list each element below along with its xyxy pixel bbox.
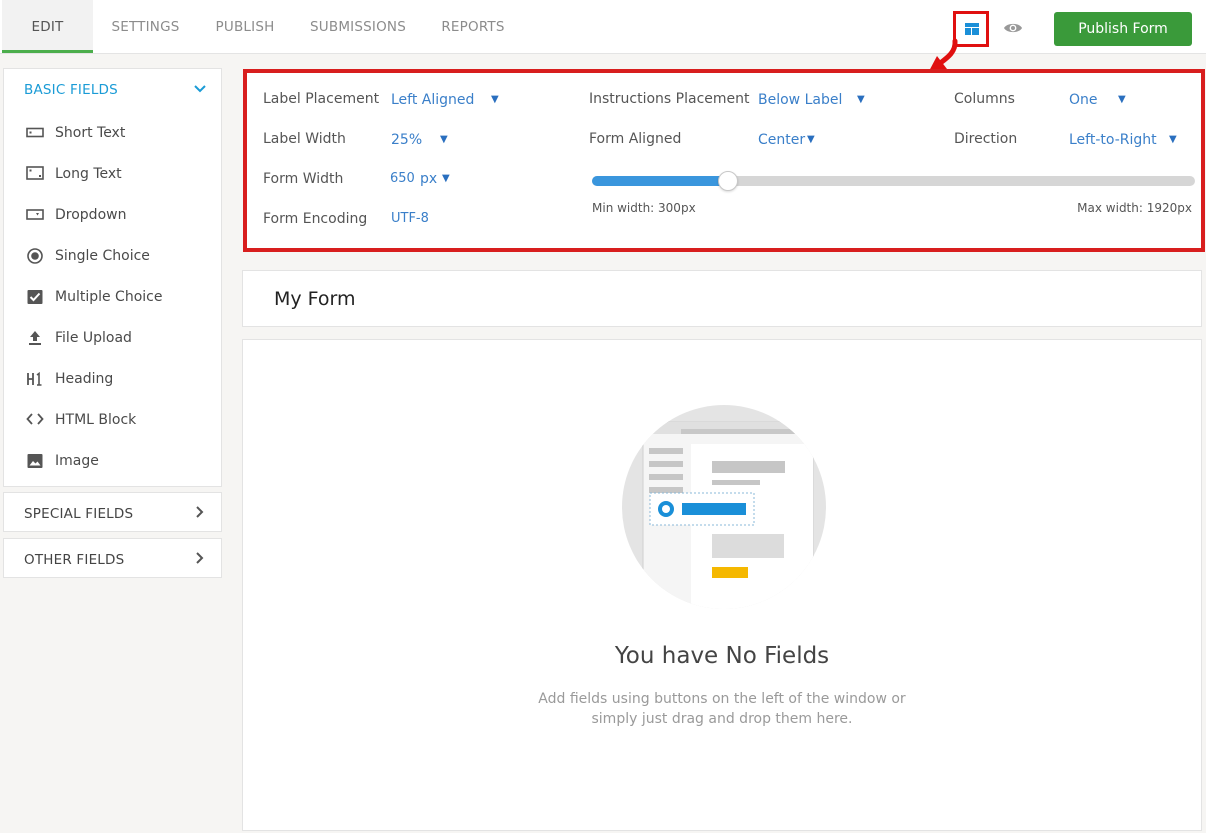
- code-icon: [26, 413, 44, 425]
- caret-down-icon[interactable]: ▼: [440, 134, 448, 145]
- field-short-text[interactable]: Short Text: [4, 113, 220, 154]
- empty-state-description: Add fields using buttons on the left of …: [243, 689, 1201, 729]
- empty-state-line-1: Add fields using buttons on the left of …: [538, 691, 906, 707]
- field-long-text[interactable]: Long Text: [4, 154, 220, 195]
- heading-icon: [27, 371, 42, 386]
- tab-reports[interactable]: REPORTS: [430, 0, 516, 53]
- field-html-block[interactable]: HTML Block: [4, 400, 220, 441]
- max-width-text: Max width: 1920px: [1077, 201, 1192, 215]
- direction-select[interactable]: Left-to-Right: [1069, 132, 1157, 148]
- label-width-select[interactable]: 25%: [391, 132, 422, 148]
- short-text-icon: [26, 127, 44, 138]
- form-width-unit-select[interactable]: px: [420, 171, 437, 187]
- dropdown-icon: [26, 209, 44, 220]
- min-width-text: Min width: 300px: [592, 201, 696, 215]
- caret-down-icon[interactable]: ▼: [857, 94, 865, 105]
- field-file-upload[interactable]: File Upload: [4, 318, 220, 359]
- form-title[interactable]: My Form: [274, 288, 356, 310]
- columns-select[interactable]: One: [1069, 92, 1098, 108]
- label-width-label: Label Width: [263, 131, 346, 147]
- form-width-slider[interactable]: [592, 171, 1195, 191]
- caret-down-icon[interactable]: ▼: [442, 173, 450, 184]
- layout-icon: [965, 23, 979, 35]
- field-label: Dropdown: [55, 207, 127, 223]
- field-dropdown[interactable]: Dropdown: [4, 195, 220, 236]
- chevron-right-icon[interactable]: [196, 506, 204, 518]
- caret-down-icon[interactable]: ▼: [1118, 94, 1126, 105]
- form-width-label: Form Width: [263, 171, 344, 187]
- basic-fields-header[interactable]: BASIC FIELDS: [24, 82, 118, 98]
- field-label: HTML Block: [55, 412, 137, 428]
- empty-state-line-2: simply just drag and drop them here.: [591, 711, 853, 727]
- field-image[interactable]: Image: [4, 441, 220, 482]
- special-fields-header[interactable]: SPECIAL FIELDS: [24, 506, 133, 522]
- chevron-down-icon[interactable]: [194, 85, 206, 93]
- field-heading[interactable]: Heading: [4, 359, 220, 400]
- basic-fields-panel: BASIC FIELDS Short Text Long Text Dropdo…: [3, 68, 222, 487]
- other-fields-section[interactable]: OTHER FIELDS: [3, 538, 222, 578]
- long-text-icon: [26, 166, 44, 180]
- upload-icon: [29, 331, 41, 345]
- slider-handle[interactable]: [717, 171, 738, 191]
- top-nav-bar: EDIT SETTINGS PUBLISH SUBMISSIONS REPORT…: [0, 0, 1206, 54]
- publish-form-button[interactable]: Publish Form: [1054, 12, 1192, 46]
- form-aligned-label: Form Aligned: [589, 131, 682, 147]
- label-placement-select[interactable]: Left Aligned: [391, 92, 474, 108]
- tab-submissions[interactable]: SUBMISSIONS: [300, 0, 416, 53]
- columns-label: Columns: [954, 91, 1015, 107]
- special-fields-section[interactable]: SPECIAL FIELDS: [3, 492, 222, 532]
- field-label: Long Text: [55, 166, 122, 182]
- field-multiple-choice[interactable]: Multiple Choice: [4, 277, 220, 318]
- field-label: File Upload: [55, 330, 132, 346]
- form-canvas[interactable]: You have No Fields Add fields using butt…: [242, 339, 1202, 831]
- field-label: Short Text: [55, 125, 126, 141]
- tab-settings[interactable]: SETTINGS: [100, 0, 191, 53]
- form-aligned-select[interactable]: Center: [758, 132, 805, 148]
- chevron-right-icon[interactable]: [196, 552, 204, 564]
- field-single-choice[interactable]: Single Choice: [4, 236, 220, 277]
- direction-label: Direction: [954, 131, 1018, 147]
- label-placement-label: Label Placement: [263, 91, 380, 107]
- form-encoding-value[interactable]: UTF-8: [391, 211, 429, 226]
- tab-publish[interactable]: PUBLISH: [201, 0, 289, 53]
- empty-state-title: You have No Fields: [614, 643, 830, 669]
- checkbox-icon: [27, 290, 43, 304]
- instructions-placement-select[interactable]: Below Label: [758, 92, 842, 108]
- radio-icon: [27, 248, 43, 264]
- tab-edit[interactable]: EDIT: [2, 0, 93, 53]
- caret-down-icon[interactable]: ▼: [491, 94, 499, 105]
- instructions-placement-label: Instructions Placement: [589, 91, 750, 107]
- slider-fill: [592, 176, 728, 186]
- caret-down-icon[interactable]: ▼: [1169, 134, 1177, 145]
- form-layout-settings-panel: Label Placement Left Aligned ▼ Instructi…: [243, 69, 1205, 252]
- form-width-input[interactable]: 650: [390, 171, 415, 186]
- form-title-bar[interactable]: My Form: [242, 270, 1202, 327]
- caret-down-icon[interactable]: ▼: [807, 134, 815, 145]
- eye-icon[interactable]: [1003, 21, 1023, 35]
- field-label: Image: [55, 453, 99, 469]
- empty-form-illustration: [622, 405, 826, 609]
- field-label: Single Choice: [55, 248, 150, 264]
- image-icon: [27, 454, 43, 468]
- field-label: Multiple Choice: [55, 289, 163, 305]
- other-fields-header[interactable]: OTHER FIELDS: [24, 552, 124, 568]
- field-label: Heading: [55, 371, 114, 387]
- form-encoding-label: Form Encoding: [263, 211, 368, 227]
